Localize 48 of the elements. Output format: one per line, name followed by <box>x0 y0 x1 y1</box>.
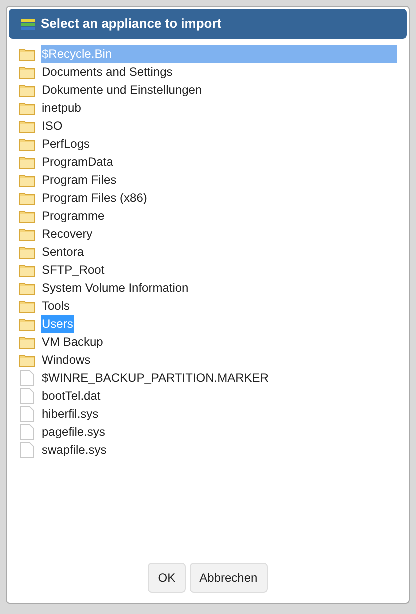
file-list-item[interactable]: bootTel.dat <box>41 387 102 405</box>
file-list-item[interactable]: System Volume Information <box>41 279 190 297</box>
file-list-item[interactable]: ISO <box>41 117 64 135</box>
file-list-item[interactable]: Program Files <box>41 171 118 189</box>
folder-icon <box>19 210 35 222</box>
folder-icon <box>19 66 35 78</box>
list-icon <box>21 18 35 30</box>
file-icon <box>20 388 34 404</box>
file-icon <box>20 406 34 422</box>
cancel-button[interactable]: Abbrechen <box>190 563 268 593</box>
folder-icon <box>19 318 35 330</box>
folder-icon <box>19 192 35 204</box>
file-list-item[interactable]: Tools <box>41 297 72 315</box>
file-list-item[interactable]: PerfLogs <box>41 135 92 153</box>
file-list-item[interactable]: inetpub <box>41 99 82 117</box>
folder-icon <box>19 300 35 312</box>
file-list-item[interactable]: Documents and Settings <box>41 63 174 81</box>
file-icon <box>20 370 34 386</box>
folder-icon <box>19 264 35 276</box>
file-list-item[interactable]: Windows <box>41 351 92 369</box>
folder-icon <box>19 336 35 348</box>
dialog-title: Select an appliance to import <box>41 15 222 34</box>
file-list-item[interactable]: VM Backup <box>41 333 104 351</box>
folder-icon <box>19 84 35 96</box>
file-list-item[interactable]: Recovery <box>41 225 94 243</box>
file-list-item[interactable]: Programme <box>41 207 106 225</box>
folder-icon <box>19 48 35 60</box>
file-list-item[interactable]: hiberfil.sys <box>41 405 100 423</box>
file-list-item[interactable]: Dokumente und Einstellungen <box>41 81 204 99</box>
folder-icon <box>19 174 35 186</box>
file-list-item[interactable]: SFTP_Root <box>41 261 106 279</box>
file-list-item[interactable]: pagefile.sys <box>41 423 106 441</box>
folder-icon <box>19 282 35 294</box>
folder-icon <box>19 156 35 168</box>
ok-button[interactable]: OK <box>148 563 186 593</box>
file-list-item[interactable]: ProgramData <box>41 153 114 171</box>
folder-icon <box>19 138 35 150</box>
file-list-item[interactable]: Sentora <box>41 243 86 261</box>
file-icon <box>20 442 34 458</box>
folder-icon <box>19 354 35 366</box>
file-list-item[interactable]: $WINRE_BACKUP_PARTITION.MARKER <box>41 369 270 387</box>
folder-icon <box>19 120 35 132</box>
folder-icon <box>19 102 35 114</box>
folder-icon <box>19 228 35 240</box>
file-icon <box>20 424 34 440</box>
file-list-item[interactable]: Program Files (x86) <box>41 189 148 207</box>
folder-icon <box>19 246 35 258</box>
file-list-item[interactable]: swapfile.sys <box>41 441 108 459</box>
